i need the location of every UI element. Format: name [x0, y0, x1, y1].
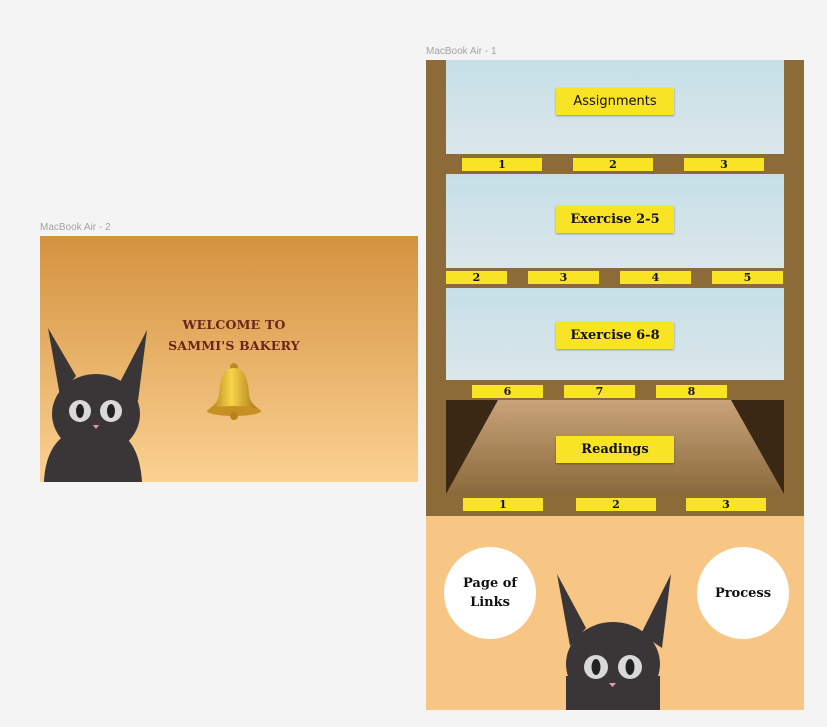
process-label: Process [714, 585, 772, 601]
exercise-tab-4[interactable]: 4 [620, 271, 691, 284]
exercise-6-8-button[interactable]: Exercise 6-8 [556, 322, 674, 349]
page-of-links-label-line1: Page of [463, 576, 517, 591]
welcome-frame: WELCOME TO SAMMI'S BAKERY [40, 236, 418, 482]
assignments-button[interactable]: Assignments [556, 88, 674, 115]
exercise-tab-7[interactable]: 7 [564, 385, 635, 398]
exercise-2-5-button[interactable]: Exercise 2-5 [556, 206, 674, 233]
exercise-tab-6[interactable]: 6 [472, 385, 543, 398]
cat-illustration [44, 328, 147, 482]
welcome-title-line2: SAMMI'S BAKERY [168, 338, 300, 353]
process-button[interactable]: Process [697, 547, 789, 639]
page-of-links-label-line2: Links [470, 595, 510, 610]
assignment-tab-2[interactable]: 2 [573, 158, 653, 171]
bottom-section: Page of Links Process [426, 516, 804, 710]
reading-tab-3[interactable]: 3 [686, 498, 766, 511]
welcome-title-line1: WELCOME TO [182, 317, 286, 332]
page-of-links-button[interactable]: Page of Links [444, 547, 536, 639]
frame-label-macbook-air-2: MacBook Air - 2 [40, 222, 111, 233]
bell-icon[interactable] [203, 360, 265, 422]
readings-button[interactable]: Readings [556, 436, 674, 463]
assignment-tab-3[interactable]: 3 [684, 158, 764, 171]
assignment-tab-1[interactable]: 1 [462, 158, 542, 171]
exercise-tab-2[interactable]: 2 [446, 271, 507, 284]
exercise-tab-8[interactable]: 8 [656, 385, 727, 398]
exercise-tab-5[interactable]: 5 [712, 271, 783, 284]
reading-tab-2[interactable]: 2 [576, 498, 656, 511]
exercise-tab-3[interactable]: 3 [528, 271, 599, 284]
shelf-frame: Assignments 1 2 3 Exercise 2-5 2 3 4 5 E… [426, 60, 804, 710]
frame-label-macbook-air-1: MacBook Air - 1 [426, 46, 497, 57]
reading-tab-1[interactable]: 1 [463, 498, 543, 511]
